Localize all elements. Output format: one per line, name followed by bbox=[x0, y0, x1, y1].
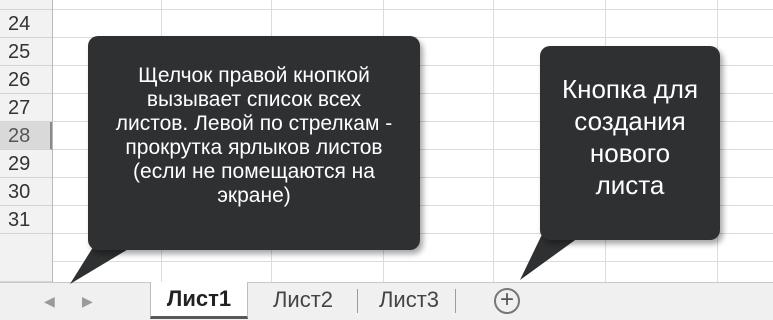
row-header-29[interactable]: 29 bbox=[0, 150, 52, 178]
row-header-column: 24 25 26 27 28 29 30 31 bbox=[0, 0, 53, 282]
row-header-24[interactable]: 24 bbox=[0, 10, 52, 38]
row-header-28[interactable]: 28 bbox=[0, 122, 52, 150]
row-header-25[interactable]: 25 bbox=[0, 38, 52, 66]
row-header-26[interactable]: 26 bbox=[0, 66, 52, 94]
triangle-right-icon[interactable]: ▶ bbox=[82, 291, 93, 311]
row-header-32[interactable] bbox=[0, 234, 52, 282]
callout-new-sheet-hint: Кнопка для создания нового листа bbox=[540, 46, 720, 240]
row-header-31[interactable]: 31 bbox=[0, 206, 52, 234]
triangle-left-icon[interactable]: ◀ bbox=[44, 291, 55, 311]
tab-sheet-2[interactable]: Лист2 bbox=[256, 283, 350, 319]
callout-left-text: Щелчок правой кнопкой вызывает список вс… bbox=[115, 64, 393, 207]
row-header-27[interactable]: 27 bbox=[0, 94, 52, 122]
tab-sheet-3[interactable]: Лист3 bbox=[364, 283, 454, 319]
tab-separator bbox=[455, 289, 456, 313]
plus-circle-icon[interactable]: + bbox=[494, 288, 520, 314]
row-header-30[interactable]: 30 bbox=[0, 178, 52, 206]
sheet-tab-bar: ◀ ▶ Лист1 Лист2 Лист3 + bbox=[0, 282, 773, 320]
row-header-partial[interactable] bbox=[0, 0, 52, 10]
callout-right-text: Кнопка для создания нового листа bbox=[561, 74, 699, 200]
callout-sheet-navigation-hint: Щелчок правой кнопкой вызывает список вс… bbox=[88, 36, 420, 250]
tab-sheet-1[interactable]: Лист1 bbox=[150, 282, 248, 319]
tab-separator bbox=[357, 289, 358, 313]
